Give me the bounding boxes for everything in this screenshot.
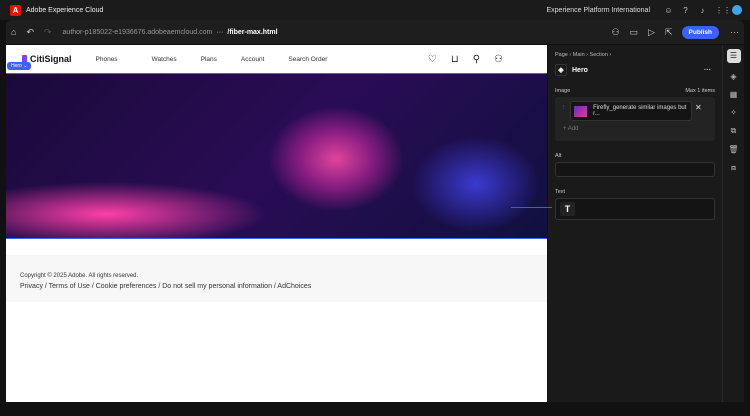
- page-path: /fiber-max.html: [227, 28, 278, 36]
- duplicate-icon[interactable]: ⧉: [731, 126, 737, 136]
- nav-phones[interactable]: Phones: [96, 56, 118, 63]
- preview-play-icon[interactable]: ▷: [648, 27, 655, 38]
- site-nav: CitiSignal Phones Watches Plans Account …: [6, 45, 547, 73]
- adobe-logo-icon: A: [10, 4, 21, 16]
- properties-panel: Page › Main › Section › ◈ Hero ··· Image Ma…: [548, 45, 722, 402]
- nav-watches[interactable]: Watches: [152, 56, 177, 63]
- breadcrumb[interactable]: Page › Main › Section ›: [555, 52, 715, 58]
- footer-links[interactable]: Privacy / Terms of Use / Cookie preferen…: [20, 283, 533, 290]
- image-name: Firefly_generate similar images but r...: [593, 105, 687, 117]
- redo-icon[interactable]: ↷: [44, 27, 52, 38]
- more-icon[interactable]: ···: [730, 27, 739, 37]
- bell-icon[interactable]: ♪: [698, 6, 707, 15]
- hero-image[interactable]: [6, 73, 547, 239]
- layers-icon[interactable]: ◈: [730, 72, 736, 81]
- user-settings-icon[interactable]: ⚇: [611, 27, 619, 38]
- alt-input[interactable]: [555, 162, 715, 177]
- nav-account[interactable]: Account: [241, 56, 265, 63]
- help-icon[interactable]: ?: [681, 6, 690, 15]
- cart-icon[interactable]: ⊔: [451, 54, 459, 65]
- open-external-icon[interactable]: ⇱: [665, 27, 673, 38]
- image-item[interactable]: Firefly_generate similar images but r...: [570, 101, 692, 121]
- properties-icon[interactable]: ☰: [726, 49, 741, 63]
- copy-icon[interactable]: ⧈: [731, 163, 736, 173]
- desktop-preview-icon[interactable]: ▭: [630, 27, 639, 38]
- cube-icon: ◈: [555, 64, 567, 76]
- right-rail: ☰ ◈ ▦ ✧ ⧉ 🗑 ⧈: [722, 45, 744, 402]
- magic-wand-icon[interactable]: ✧: [730, 108, 737, 117]
- feedback-icon[interactable]: ☺: [664, 6, 673, 15]
- editor-toolbar: ⌂ ↶ ↷ author-p185022-e1936676.adobeaemcl…: [6, 20, 744, 44]
- alt-label: Alt: [555, 153, 562, 159]
- hero-component-tag[interactable]: Hero ⌄: [7, 62, 32, 70]
- copyright: Copyright © 2025 Adobe. All rights reser…: [20, 273, 139, 279]
- drag-handle-icon[interactable]: ⋮: [561, 105, 567, 111]
- host-url: author-p185022-e1936676.adobeaemcloud.co…: [62, 28, 213, 36]
- more-path-icon[interactable]: ···: [216, 29, 223, 36]
- more-icon[interactable]: ···: [704, 67, 711, 74]
- undo-icon[interactable]: ↶: [26, 27, 34, 38]
- nav-search-order[interactable]: Search Order: [288, 56, 327, 63]
- home-icon[interactable]: ⌂: [11, 27, 16, 37]
- publish-button[interactable]: Publish: [681, 25, 719, 39]
- image-field: ⋮ Firefly_generate similar images but r.…: [555, 97, 715, 141]
- app-title: Adobe Experience Cloud: [26, 6, 104, 14]
- user-icon[interactable]: ⚇: [494, 54, 503, 65]
- annotation-arrow: [511, 207, 552, 208]
- org-switcher[interactable]: Experience Platform International: [547, 7, 651, 14]
- image-thumbnail: [574, 105, 588, 117]
- component-title: Hero: [572, 66, 588, 74]
- nav-plans[interactable]: Plans: [201, 56, 217, 63]
- page-canvas: CitiSignal Phones Watches Plans Account …: [6, 45, 547, 402]
- text-editor[interactable]: T: [555, 198, 715, 220]
- apps-grid-icon[interactable]: ⋮⋮: [715, 6, 731, 15]
- add-button[interactable]: + Add: [563, 126, 710, 132]
- text-label: Text: [555, 189, 566, 195]
- site-footer: Copyright © 2025 Adobe. All rights reser…: [6, 255, 547, 302]
- image-label: Image: [555, 88, 571, 94]
- table-icon[interactable]: ▦: [730, 90, 738, 99]
- max-items: Max 1 items: [685, 88, 715, 94]
- heart-icon[interactable]: ♡: [428, 54, 437, 65]
- text-format-icon[interactable]: T: [560, 202, 575, 216]
- close-icon[interactable]: ✕: [695, 103, 702, 112]
- avatar[interactable]: [732, 5, 742, 15]
- trash-icon[interactable]: 🗑: [728, 145, 738, 154]
- search-icon[interactable]: ⚲: [473, 54, 480, 65]
- top-bar: A Adobe Experience Cloud Experience Plat…: [0, 0, 750, 20]
